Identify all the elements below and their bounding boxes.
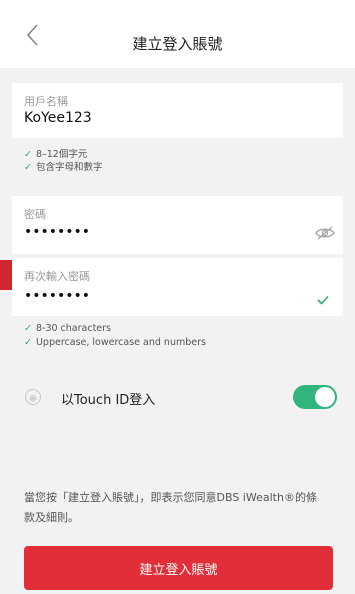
confirm-password-label: 再次輸入密碼 [24, 270, 90, 283]
check-icon: ✓ [24, 323, 32, 334]
confirm-password-input[interactable]: •••••••• [24, 288, 90, 304]
toggle-knob [315, 387, 335, 407]
create-account-button[interactable]: 建立登入賬號 [24, 546, 333, 590]
touch-id-toggle[interactable] [293, 385, 337, 409]
confirm-password-field[interactable]: 再次輸入密碼 •••••••• [12, 258, 343, 316]
password-label: 密碼 [24, 208, 46, 221]
screen: 建立登入賬號 用戶名稱 KoYee123 ✓ 8–12個字元 ✓ 包含字母和數字 密… [0, 0, 355, 594]
password-rule-length: ✓ 8-30 characters [24, 323, 111, 334]
password-rule-case: ✓ Uppercase, lowercase and numbers [24, 337, 206, 348]
touch-id-row: 以Touch ID登入 [0, 374, 355, 420]
fingerprint-icon [24, 388, 42, 406]
username-rule-length: ✓ 8–12個字元 [24, 149, 88, 160]
check-icon [316, 291, 330, 305]
page-title: 建立登入賬號 [132, 35, 223, 53]
side-marker [0, 260, 12, 290]
username-field[interactable]: 用戶名稱 KoYee123 [12, 83, 343, 138]
terms-text: 當您按「建立登入賬號」，即表示您同意DBS iWealth®的條款及細則。 [24, 491, 317, 524]
header: 建立登入賬號 [0, 0, 355, 68]
password-input[interactable]: •••••••• [24, 224, 90, 240]
username-input[interactable]: KoYee123 [24, 110, 92, 126]
check-icon: ✓ [24, 337, 32, 348]
password-field[interactable]: 密碼 •••••••• [12, 196, 343, 254]
touch-id-label: 以Touch ID登入 [61, 393, 156, 408]
eye-off-icon[interactable] [314, 225, 336, 241]
check-icon: ✓ [24, 162, 32, 173]
username-label: 用戶名稱 [24, 95, 68, 108]
username-rule-chars: ✓ 包含字母和數字 [24, 162, 103, 173]
